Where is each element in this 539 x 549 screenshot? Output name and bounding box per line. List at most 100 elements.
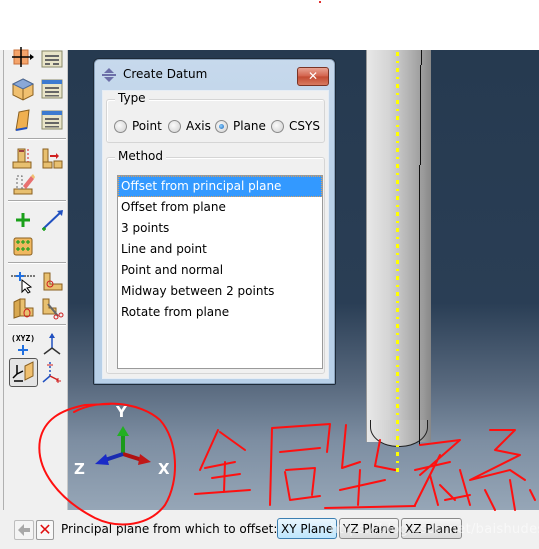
round-fillet-icon[interactable] [40,270,64,294]
datum-axis-icon[interactable] [40,332,64,356]
datum-axis-dash [396,84,399,88]
cut-tool-icon[interactable] [40,296,64,320]
datum-plane-icon [12,361,34,382]
datum-axis-dash [396,68,399,72]
method-group: Method Offset from principal plane Offse… [106,149,325,374]
top-blank-area [0,0,539,50]
mesh-seeds-icon[interactable] [11,234,35,258]
extrude-cut-icon[interactable] [11,146,35,170]
radio-point[interactable]: Point [114,119,162,133]
datum-axis-dash [396,173,399,175]
datum-axis-dash [396,404,399,408]
method-item-midway[interactable]: Midway between 2 points [118,281,322,302]
radio-label: Plane [233,119,266,133]
datum-axis-dash [396,397,399,399]
datum-axis-dash [396,221,399,223]
datum-axis-dash [396,132,399,136]
part-manager-icon[interactable] [40,77,64,101]
radio-axis[interactable]: Axis [168,119,211,133]
cylinder-edge-line [420,65,421,165]
back-arrow-icon [18,524,30,536]
query-tools-icon[interactable] [40,47,64,71]
section-manager-icon[interactable] [40,108,64,132]
create-point-icon[interactable] [11,208,35,232]
method-item-offset-principal[interactable]: Offset from principal plane [118,176,322,197]
partition-cell-icon[interactable] [11,296,35,320]
datum-axis-dash [396,61,399,63]
datum-axis-dash [396,109,399,111]
datum-axis-dash [396,244,399,248]
datum-axis-dash [396,388,399,392]
stray-mark [319,1,321,3]
radio-label: Point [132,119,162,133]
datum-csys-icon[interactable] [40,360,64,384]
radio-label: CSYS [289,119,320,133]
radio-indicator [168,119,181,133]
datum-axis-dash [396,52,399,56]
datum-axis-dash [396,285,399,287]
prompt-area: ✕ Principal plane from which to offset: … [0,510,539,549]
method-item-rotate[interactable]: Rotate from plane [118,302,322,323]
type-group: Type Point Axis Plane CSYS [106,91,325,143]
datum-axis-dash [396,189,399,191]
toolbox-panel: (XYZ) [0,47,68,510]
method-item-offset-plane[interactable]: Offset from plane [118,197,322,218]
datum-plane-button-active[interactable] [9,358,38,387]
z-axis-arrow [104,452,124,462]
datum-axis-dash [396,301,399,303]
datum-axis-dash [396,260,399,264]
cylinder-edge-line [421,50,422,65]
create-line-icon[interactable] [40,208,64,232]
datum-axis-dash [396,349,399,351]
datum-axis-dash [396,116,399,120]
datum-axis-dash [396,253,399,255]
datum-axis-dash [396,317,399,319]
datum-axis-dash [396,436,399,440]
svg-text:(XYZ): (XYZ) [11,334,35,343]
datum-point-icon[interactable]: (XYZ) [11,332,35,356]
create-part-icon[interactable] [11,77,35,101]
datum-axis-dash [396,93,399,95]
xy-plane-button[interactable]: XY Plane [277,518,338,539]
triad-label-y: Y [116,403,127,421]
cancel-procedure-button[interactable]: ✕ [36,520,54,540]
radio-label: Axis [186,119,211,133]
radio-indicator [271,119,284,133]
datum-axis-dash [396,180,399,184]
method-item-line-point[interactable]: Line and point [118,239,322,260]
datum-axis-dash [396,125,399,127]
datum-axis-dash [396,445,399,447]
datum-axis-dash [396,157,399,159]
partition-face-icon[interactable] [11,47,35,71]
datum-axis-dash [396,308,399,312]
datum-axis-dash [396,141,399,143]
datum-axis-dash [396,381,399,383]
x-axis-arrowhead [138,454,151,465]
datum-axis-dash [396,77,399,79]
triad-label-x: X [158,460,170,478]
radio-indicator [114,119,127,133]
datum-axis-dash [396,420,399,424]
method-listbox[interactable]: Offset from principal plane Offset from … [117,175,323,369]
shell-extrude-icon[interactable] [40,146,64,170]
radio-csys[interactable]: CSYS [271,119,320,133]
create-section-icon[interactable] [11,108,35,132]
datum-axis-dash [396,333,399,335]
dialog-body: Type Point Axis Plane CSYS Method Offset… [102,90,329,379]
datum-axis-dash [396,276,399,280]
previous-step-button[interactable] [14,520,34,540]
z-axis-arrowhead [95,454,109,465]
datum-axis-dash [396,205,399,207]
method-item-point-normal[interactable]: Point and normal [118,260,322,281]
datum-axis-dash [396,212,399,216]
radio-plane[interactable]: Plane [215,119,266,133]
datum-axis-dash [396,228,399,232]
dialog-title: Create Datum [123,67,208,81]
datum-axis-dash [396,148,399,152]
close-button[interactable]: ✕ [297,67,329,86]
partition-edge-icon[interactable] [11,270,35,294]
edit-feature-icon[interactable] [11,172,35,196]
create-datum-dialog: Create Datum ✕ Type Point Axis Plane CSY… [93,58,336,385]
method-item-3-points[interactable]: 3 points [118,218,322,239]
datum-axis-dash [396,196,399,200]
